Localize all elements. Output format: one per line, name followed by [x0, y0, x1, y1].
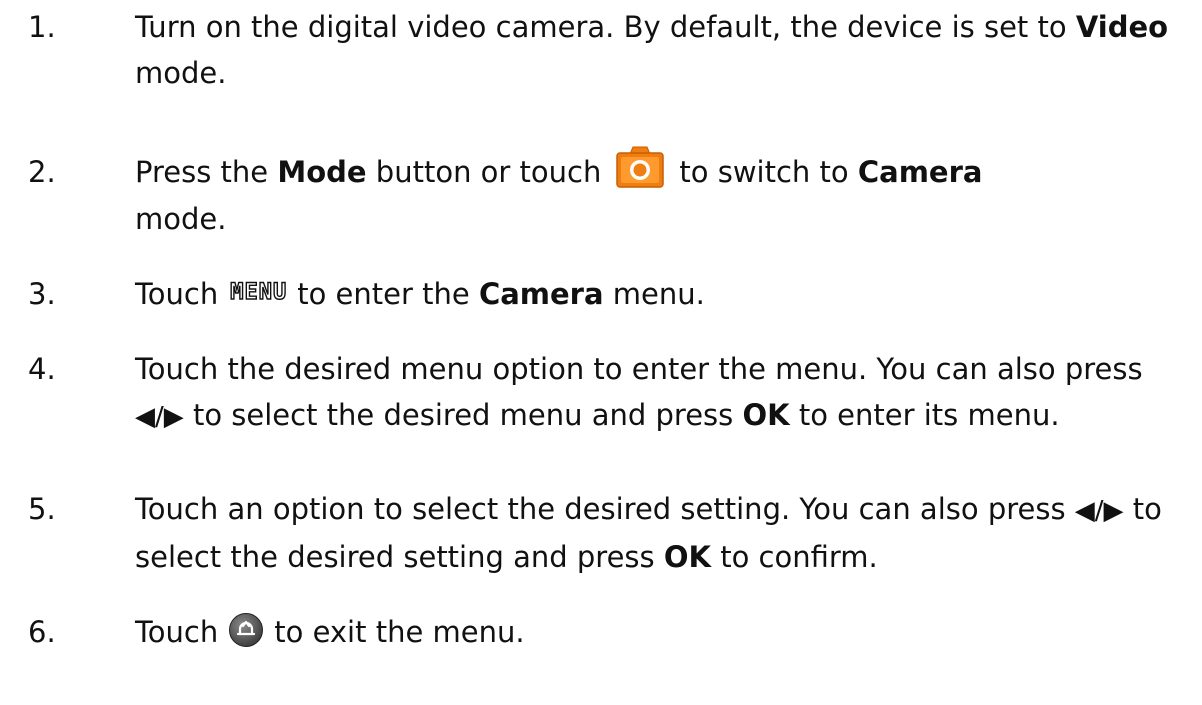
- step-text: Touch an option to select the desired se…: [135, 492, 1162, 574]
- step-text: Touch to exit the menu.: [135, 609, 1180, 655]
- step-number: 4.: [28, 352, 56, 386]
- step-text: Touch the desired menu option to enter t…: [135, 352, 1143, 432]
- camera-mode-icon[interactable]: [615, 145, 665, 189]
- step-number: 1.: [28, 10, 56, 44]
- menu-icon[interactable]: MENU: [230, 270, 287, 316]
- step-number: 5.: [28, 492, 56, 526]
- step-number: 2.: [28, 155, 56, 189]
- step-number: 6.: [28, 615, 56, 649]
- left-right-arrow-icon: ◀/▶: [135, 402, 184, 432]
- step-text: Press the Mode button or touch to switch…: [135, 146, 1180, 242]
- step-text: Turn on the digital video camera. By def…: [135, 10, 1169, 90]
- instruction-list: 1. Turn on the digital video camera. By …: [0, 0, 1202, 705]
- back-icon[interactable]: [228, 612, 264, 648]
- step-text: Touch MENU to enter the Camera menu.: [135, 271, 1180, 319]
- step-number: 3.: [28, 277, 56, 311]
- left-right-arrow-icon: ◀/▶: [1074, 496, 1124, 526]
